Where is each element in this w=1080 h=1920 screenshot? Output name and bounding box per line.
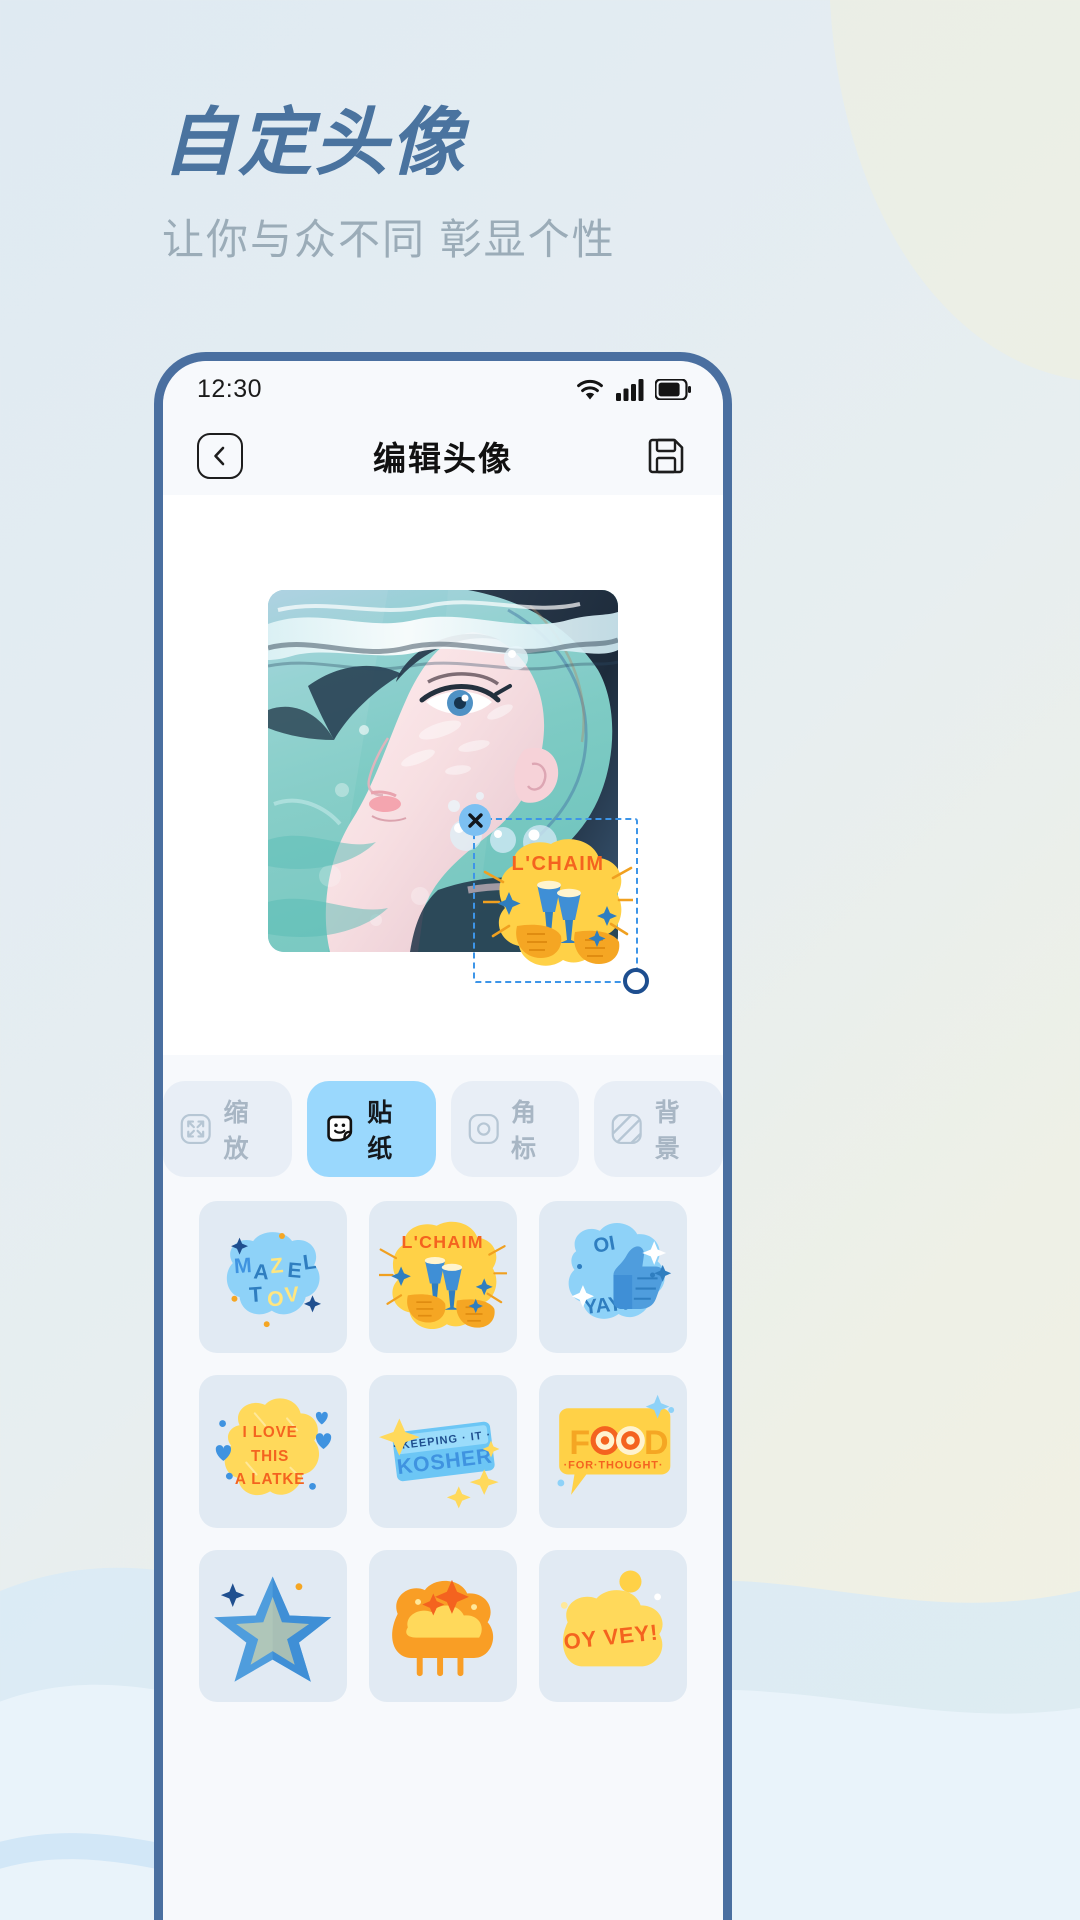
promo-text-block: 自定头像 让你与众不同 彰显个性 bbox=[162, 104, 616, 267]
tool-background[interactable]: 背景 bbox=[594, 1081, 723, 1177]
tool-sticker[interactable]: 贴纸 bbox=[306, 1081, 436, 1177]
editor-tool-row: 缩放 贴纸 角标 背景 bbox=[163, 1081, 723, 1177]
sticker-item-keeping-it-kosher[interactable]: · KEEPING · IT · KOSHER bbox=[369, 1375, 517, 1528]
save-button[interactable] bbox=[643, 433, 689, 479]
svg-text:Z: Z bbox=[270, 1254, 285, 1278]
svg-text:·FOR·THOUGHT·: ·FOR·THOUGHT· bbox=[564, 1460, 664, 1472]
avatar-frame[interactable]: L'CHAIM bbox=[268, 590, 649, 994]
svg-text:F: F bbox=[570, 1424, 591, 1462]
tool-label: 贴纸 bbox=[367, 1099, 394, 1163]
background-icon bbox=[611, 1113, 643, 1145]
svg-text:L'CHAIM: L'CHAIM bbox=[402, 1232, 484, 1252]
phone-mockup: 12:30 编辑头像 L'CHAIM 缩放 贴纸 角标 背景 M A Z E L… bbox=[154, 352, 732, 1920]
sticker-item-oi-yay[interactable]: OI YAY! bbox=[539, 1201, 687, 1354]
lchaim-sticker-placed[interactable]: L'CHAIM bbox=[483, 830, 633, 980]
app-nav-bar: 编辑头像 bbox=[163, 417, 723, 495]
sticker-item-mazel-tov[interactable]: M A Z E L T O V bbox=[199, 1201, 347, 1354]
sticker-item-blue-star[interactable] bbox=[199, 1549, 347, 1703]
svg-text:OI: OI bbox=[592, 1232, 617, 1257]
svg-text:V: V bbox=[284, 1283, 300, 1307]
svg-text:O: O bbox=[267, 1287, 285, 1311]
status-time: 12:30 bbox=[197, 374, 263, 403]
tool-scale[interactable]: 缩放 bbox=[163, 1081, 292, 1177]
svg-text:I LOVE: I LOVE bbox=[243, 1424, 298, 1441]
svg-text:D: D bbox=[644, 1424, 669, 1462]
sticker-face-icon bbox=[327, 1115, 352, 1142]
svg-text:A LATKE: A LATKE bbox=[235, 1471, 305, 1488]
chevron-left-icon bbox=[214, 446, 225, 466]
page-title: 自定头像 bbox=[162, 101, 466, 184]
tool-label: 背景 bbox=[654, 1099, 681, 1163]
svg-text:E: E bbox=[287, 1258, 303, 1282]
svg-text:T: T bbox=[249, 1283, 264, 1307]
avatar-editor-canvas[interactable]: L'CHAIM bbox=[163, 495, 723, 1055]
sticker-item-oy-vey[interactable]: OY VEY! bbox=[539, 1549, 687, 1703]
sticker-item-i-love-a-latke[interactable]: I LOVE THIS A LATKE bbox=[199, 1375, 347, 1528]
tool-label: 缩放 bbox=[223, 1099, 250, 1163]
sticker-selection-box[interactable]: L'CHAIM bbox=[459, 804, 649, 994]
scale-icon bbox=[180, 1113, 211, 1145]
tool-corner-badge[interactable]: 角标 bbox=[450, 1081, 580, 1177]
svg-text:L'CHAIM: L'CHAIM bbox=[511, 853, 604, 875]
battery-icon bbox=[655, 378, 691, 400]
status-bar: 12:30 bbox=[163, 361, 723, 417]
svg-text:M: M bbox=[234, 1254, 253, 1278]
editor-tool-section: 缩放 贴纸 角标 背景 bbox=[163, 1055, 723, 1193]
corner-badge-icon bbox=[468, 1113, 499, 1145]
tool-label: 角标 bbox=[510, 1099, 537, 1163]
page-subtitle: 让你与众不同 彰显个性 bbox=[162, 215, 616, 263]
save-disk-icon bbox=[648, 438, 684, 474]
close-x-icon bbox=[467, 812, 483, 828]
svg-text:A: A bbox=[253, 1260, 270, 1284]
back-button[interactable] bbox=[197, 433, 243, 479]
sticker-item-food-for-thought[interactable]: F D ·FOR·THOUGHT· bbox=[539, 1375, 687, 1528]
cellular-signal-icon bbox=[616, 378, 644, 401]
screen-title: 编辑头像 bbox=[373, 440, 513, 477]
wifi-icon bbox=[577, 379, 603, 399]
svg-text:THIS: THIS bbox=[251, 1448, 289, 1465]
sticker-library[interactable]: M A Z E L T O V L'CHAIM OI YAY! I LOVE T… bbox=[163, 1193, 723, 1703]
sticker-item-lchaim[interactable]: L'CHAIM bbox=[369, 1201, 517, 1354]
sticker-item-orange-cloud[interactable] bbox=[369, 1549, 517, 1703]
